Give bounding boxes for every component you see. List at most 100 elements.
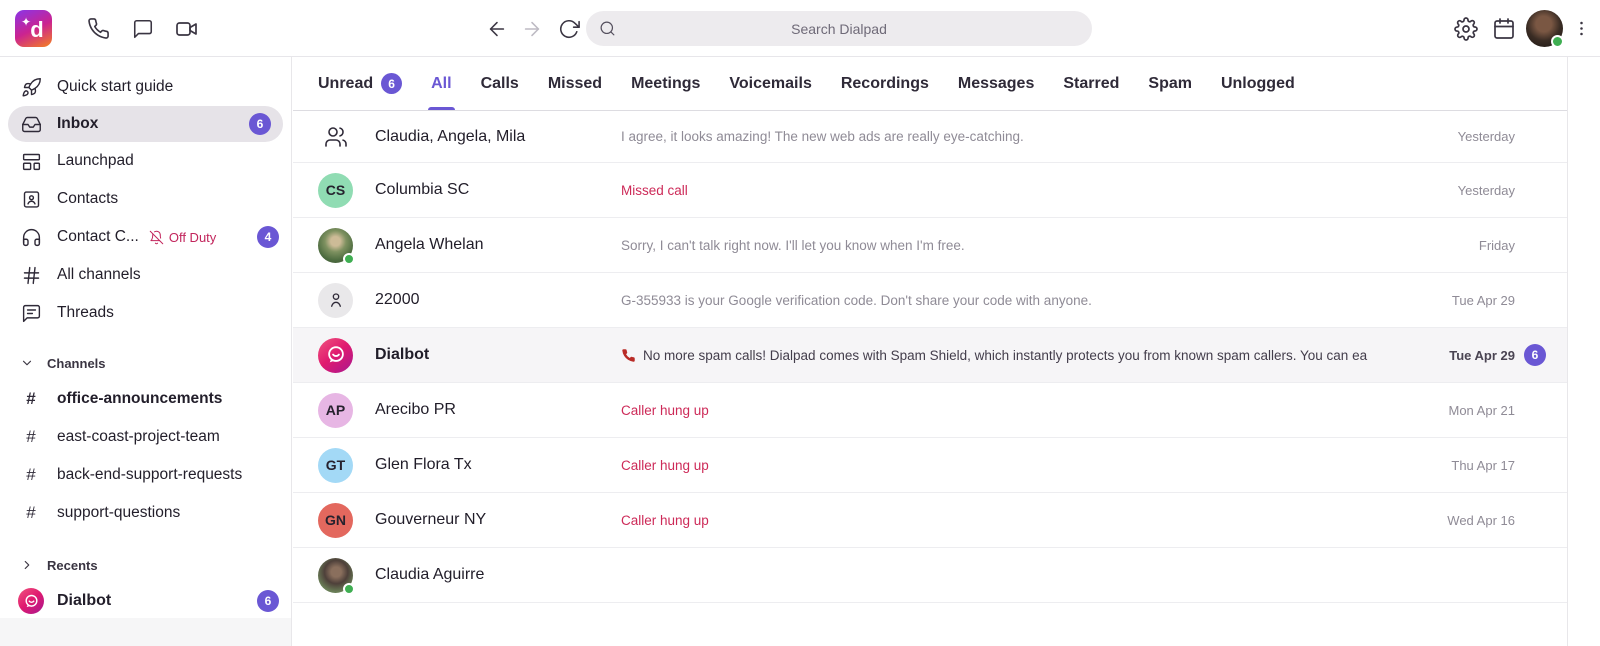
tab-meetings[interactable]: Meetings: [631, 57, 700, 110]
off-duty-status: Off Duty: [149, 230, 216, 245]
sidebar-item-launchpad[interactable]: Launchpad: [0, 142, 291, 180]
conversation-row[interactable]: Claudia Aguirre: [293, 548, 1567, 603]
hash-icon: #: [20, 503, 42, 523]
conversation-snippet: Missed call: [621, 183, 1395, 198]
tab-messages[interactable]: Messages: [958, 57, 1035, 110]
conversation-row[interactable]: Angela Whelan Sorry, I can't talk right …: [293, 218, 1567, 273]
conversation-name: Columbia SC: [375, 181, 599, 199]
conversation-name: 22000: [375, 291, 599, 309]
tab-unlogged[interactable]: Unlogged: [1221, 57, 1295, 110]
sidebar-item-all-channels[interactable]: All channels: [0, 256, 291, 294]
initials-avatar: GN: [318, 503, 353, 538]
calendar-icon: [1492, 17, 1516, 41]
sidebar-item-inbox[interactable]: Inbox 6: [8, 106, 283, 142]
search-icon: [599, 20, 616, 37]
conversation-row[interactable]: Claudia, Angela, Mila I agree, it looks …: [293, 111, 1567, 163]
conversation-row-dialbot[interactable]: Dialbot No more spam calls! Dialpad come…: [293, 328, 1567, 383]
unread-count-badge: 6: [381, 73, 402, 94]
tab-starred[interactable]: Starred: [1063, 57, 1119, 110]
sidebar-label: Quick start guide: [57, 78, 173, 96]
conversation-snippet: G-355933 is your Google verification cod…: [621, 293, 1395, 308]
channel-office-announcements[interactable]: # office-announcements: [0, 380, 291, 418]
presence-dot: [343, 583, 355, 595]
channel-support-questions[interactable]: # support-questions: [0, 494, 291, 532]
launchpad-icon: [20, 150, 42, 172]
sparkle-icon: ✦: [21, 15, 31, 29]
conversation-snippet: Sorry, I can't talk right now. I'll let …: [621, 238, 1395, 253]
calendar-button[interactable]: [1487, 0, 1521, 57]
channels-section-header[interactable]: Channels: [0, 346, 291, 380]
conversation-row[interactable]: CS Columbia SC Missed call Yesterday: [293, 163, 1567, 218]
search-bar: [586, 11, 1092, 46]
conversation-date: Wed Apr 16: [1395, 513, 1515, 528]
sidebar-item-contacts[interactable]: Contacts: [0, 180, 291, 218]
settings-button[interactable]: [1449, 0, 1483, 57]
chevron-right-icon: [20, 558, 34, 572]
sidebar-label: Dialbot: [57, 592, 111, 610]
conversation-row[interactable]: GN Gouverneur NY Caller hung up Wed Apr …: [293, 493, 1567, 548]
recents-section-header[interactable]: Recents: [0, 548, 291, 582]
user-avatar[interactable]: [1526, 10, 1563, 47]
channel-back-end-support-requests[interactable]: # back-end-support-requests: [0, 456, 291, 494]
conversation-snippet: No more spam calls! Dialpad comes with S…: [621, 348, 1395, 363]
conversation-snippet: I agree, it looks amazing! The new web a…: [621, 129, 1395, 144]
conversation-name: Claudia Aguirre: [375, 566, 599, 584]
conversation-date: Tue Apr 29: [1395, 348, 1515, 363]
forward-arrow-icon: [521, 18, 543, 40]
presence-dot: [343, 253, 355, 265]
phone-icon: [87, 17, 110, 40]
tab-missed[interactable]: Missed: [548, 57, 602, 110]
sidebar-item-quick-start[interactable]: Quick start guide: [0, 68, 291, 106]
inbox-unread-badge: 6: [249, 113, 271, 135]
more-options-button[interactable]: [1568, 0, 1594, 57]
contact-center-badge: 4: [257, 226, 279, 248]
topbar: ✦ d: [0, 0, 1600, 57]
conversation-date: Friday: [1395, 238, 1515, 253]
conversation-date: Tue Apr 29: [1395, 293, 1515, 308]
kebab-menu-icon: [1572, 19, 1591, 38]
tab-spam[interactable]: Spam: [1148, 57, 1192, 110]
inbox-icon: [20, 113, 42, 135]
search-input[interactable]: [586, 11, 1092, 46]
tab-calls[interactable]: Calls: [481, 57, 519, 110]
tab-voicemails[interactable]: Voicemails: [729, 57, 811, 110]
conversation-name: Gouverneur NY: [375, 511, 599, 529]
person-avatar-icon: [318, 283, 353, 318]
hash-icon: #: [20, 465, 42, 485]
sidebar: Quick start guide Inbox 6 Launchpad Cont…: [0, 57, 292, 646]
conversation-snippet: Caller hung up: [621, 458, 1395, 473]
bell-off-icon: [149, 230, 164, 245]
conversation-row[interactable]: 22000 G-355933 is your Google verificati…: [293, 273, 1567, 328]
dialpad-logo[interactable]: ✦ d: [15, 10, 52, 47]
phone-button[interactable]: [81, 0, 115, 57]
refresh-button[interactable]: [552, 0, 586, 57]
meetings-button[interactable]: [170, 0, 204, 57]
inbox-tabs: Unread 6 All Calls Missed Meetings Voice…: [293, 57, 1567, 111]
group-avatar-icon: [318, 119, 353, 154]
hash-icon: #: [20, 389, 42, 409]
conversation-row[interactable]: GT Glen Flora Tx Caller hung up Thu Apr …: [293, 438, 1567, 493]
tab-recordings[interactable]: Recordings: [841, 57, 929, 110]
chat-icon: [132, 18, 154, 40]
initials-avatar: CS: [318, 173, 353, 208]
messages-button[interactable]: [126, 0, 160, 57]
conversation-snippet: Caller hung up: [621, 513, 1395, 528]
sidebar-item-threads[interactable]: Threads: [0, 294, 291, 332]
nav-back-button[interactable]: [480, 0, 514, 57]
nav-forward-button[interactable]: [515, 0, 549, 57]
sidebar-item-dialbot[interactable]: Dialbot 6: [0, 582, 291, 620]
channel-east-coast-project-team[interactable]: # east-coast-project-team: [0, 418, 291, 456]
conversation-unread-badge: 6: [1524, 344, 1546, 366]
hash-icon: [20, 264, 42, 286]
conversation-row[interactable]: AP Arecibo PR Caller hung up Mon Apr 21: [293, 383, 1567, 438]
chevron-down-icon: [20, 356, 34, 370]
conversation-name: Arecibo PR: [375, 401, 599, 419]
contacts-icon: [20, 188, 42, 210]
conversation-name: Claudia, Angela, Mila: [375, 128, 599, 146]
tab-all[interactable]: All: [431, 57, 451, 110]
tab-unread[interactable]: Unread 6: [318, 57, 402, 110]
phone-icon: [621, 348, 636, 363]
conversation-name: Angela Whelan: [375, 236, 599, 254]
sidebar-label: Threads: [57, 304, 114, 322]
sidebar-item-contact-center[interactable]: Contact C... Off Duty 4: [0, 218, 291, 256]
